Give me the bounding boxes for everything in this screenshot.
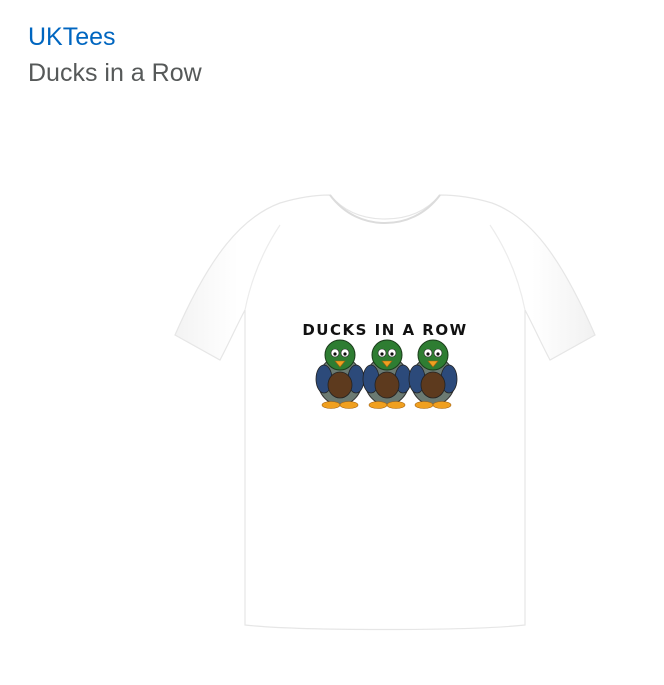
duck-pupil xyxy=(343,352,347,356)
duck-foot xyxy=(414,401,434,409)
tshirt-icon: DUCKS IN A ROW xyxy=(174,194,596,631)
duck-foot xyxy=(368,401,388,409)
duck-pupil xyxy=(380,352,384,356)
duck-foot xyxy=(321,401,341,409)
duck-foot xyxy=(432,401,452,409)
duck-belly xyxy=(374,371,400,399)
duck-pupil xyxy=(436,352,440,356)
brand-link[interactable]: UKTees xyxy=(28,22,116,52)
duck-foot xyxy=(386,401,406,409)
print-text: DUCKS IN A ROW xyxy=(302,321,467,339)
duck-pupil xyxy=(426,352,430,356)
product-title: Ducks in a Row xyxy=(28,59,202,87)
product-image[interactable]: DUCKS IN A ROW xyxy=(150,185,620,645)
duck-pupil xyxy=(333,352,337,356)
duck-belly xyxy=(420,371,446,399)
duck-pupil xyxy=(390,352,394,356)
duck-foot xyxy=(339,401,359,409)
tshirt-body xyxy=(174,194,596,631)
duck-belly xyxy=(327,371,353,399)
